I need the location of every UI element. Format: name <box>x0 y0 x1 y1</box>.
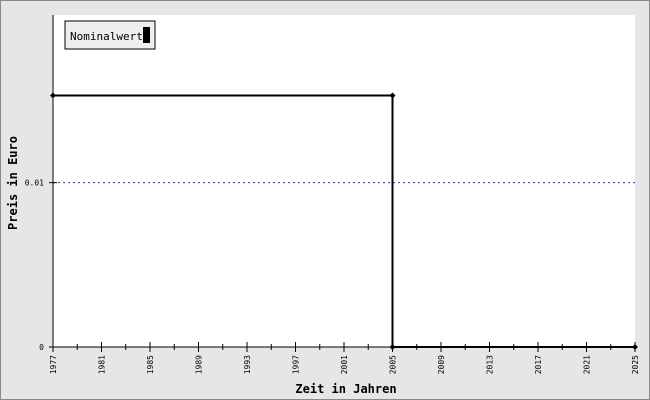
x-tick-label: 1981 <box>98 355 107 374</box>
x-tick-label: 1989 <box>195 355 204 374</box>
x-tick-label: 1997 <box>292 355 301 374</box>
y-tick-label: 0.01 <box>25 179 44 188</box>
x-tick-label: 1993 <box>243 355 252 374</box>
x-tick-label: 1985 <box>146 355 155 374</box>
x-tick-label: 2009 <box>437 355 446 374</box>
x-tick-label: 2005 <box>389 355 398 374</box>
x-tick-label: 2017 <box>534 355 543 374</box>
plot-area <box>53 15 635 347</box>
chart: 1977 1981 1985 1989 1993 1997 2001 2005 2009 2013… <box>6 15 640 396</box>
x-tick-label: 2021 <box>583 355 592 374</box>
x-tick-label: 2001 <box>340 355 349 374</box>
x-tick-label: 2013 <box>486 355 495 374</box>
y-tick-label: 0 <box>39 343 44 352</box>
x-tick-label: 2025 <box>631 355 640 374</box>
y-axis-title: Preis in Euro <box>6 136 20 230</box>
legend-swatch <box>143 27 150 43</box>
x-tick-label: 1977 <box>49 355 58 374</box>
x-axis-title: Zeit in Jahren <box>295 382 396 396</box>
legend-label: Nominalwert <box>70 30 143 43</box>
